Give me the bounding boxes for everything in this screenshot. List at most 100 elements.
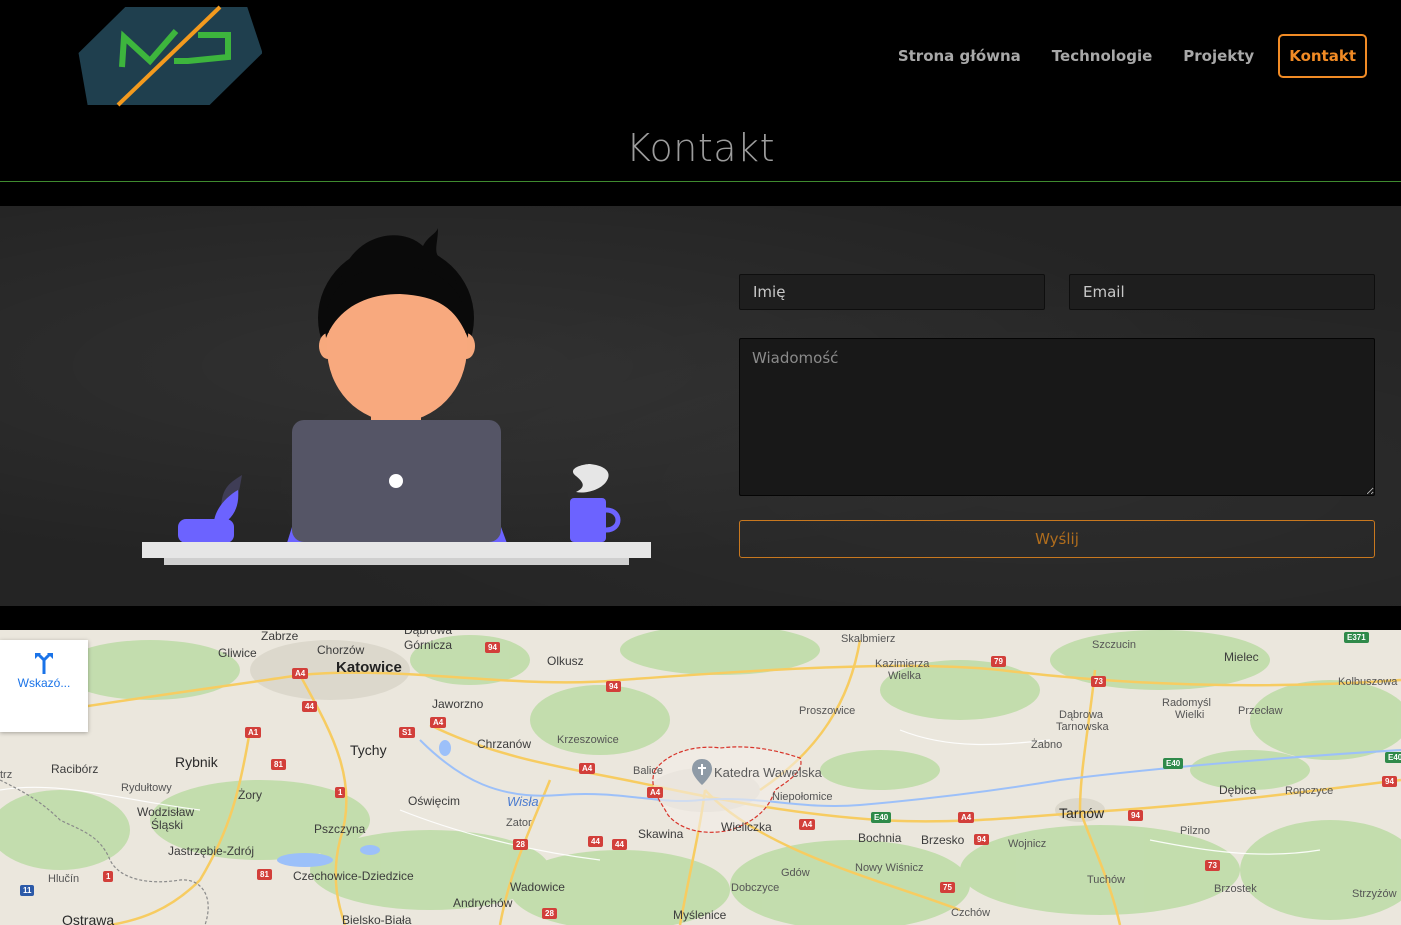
road-shield: A4 bbox=[799, 819, 816, 830]
map-place-label: Radomyśl bbox=[1162, 697, 1211, 709]
map-place-label: Wojnicz bbox=[1008, 838, 1047, 850]
road-shield: E40 bbox=[871, 812, 892, 823]
road-shield: A1 bbox=[245, 727, 262, 738]
map-place-label: Bochnia bbox=[858, 831, 902, 845]
road-shield: 79 bbox=[991, 656, 1006, 667]
road-shield: 1 bbox=[103, 871, 114, 882]
map-place-label: Skalbmierz bbox=[841, 633, 896, 645]
road-shield: S1 bbox=[399, 727, 415, 738]
map-place-label: Żory bbox=[238, 788, 262, 802]
nav-contact[interactable]: Kontakt bbox=[1278, 34, 1367, 78]
map-place-label: Przecław bbox=[1238, 705, 1283, 717]
page-title: Kontakt bbox=[626, 126, 775, 170]
contact-section: Wyślij bbox=[0, 206, 1401, 606]
map-place-label: Balice bbox=[633, 765, 663, 777]
road-shield: A4 bbox=[958, 812, 975, 823]
map-place-label: Brzesko bbox=[921, 833, 965, 847]
poi-label[interactable]: Katedra Wawelska bbox=[714, 765, 822, 780]
road-shield: 73 bbox=[1205, 860, 1220, 871]
directions-label: Wskazó... bbox=[17, 676, 71, 690]
message-textarea[interactable] bbox=[739, 338, 1375, 496]
nav-technologies[interactable]: Technologie bbox=[1052, 46, 1152, 66]
road-shield: A4 bbox=[292, 668, 309, 679]
road-shield: 44 bbox=[612, 839, 627, 850]
map-place-label: Wadowice bbox=[510, 880, 565, 894]
map-place-label: Ostrawa bbox=[62, 912, 115, 925]
directions-button[interactable]: Wskazó... bbox=[0, 640, 88, 732]
road-shield: 28 bbox=[542, 908, 557, 919]
map-place-label: Ropczyce bbox=[1285, 785, 1334, 797]
map-place-label: Dąbrowa bbox=[404, 630, 453, 637]
map-place-label: Górnicza bbox=[404, 638, 453, 652]
road-shield: 11 bbox=[20, 885, 35, 896]
map-place-label: Szczucin bbox=[1092, 639, 1137, 651]
road-shield: 94 bbox=[974, 834, 989, 845]
road-shield: A4 bbox=[647, 787, 664, 798]
map-place-label: Wieliczka bbox=[721, 820, 772, 834]
map-place-label: Pszczyna bbox=[314, 822, 366, 836]
road-shield: 44 bbox=[588, 836, 603, 847]
road-shield: 28 bbox=[513, 839, 528, 850]
road-shield: A4 bbox=[430, 717, 447, 728]
road-shield: E40 bbox=[1163, 758, 1184, 769]
road-shield: E371 bbox=[1344, 632, 1369, 643]
map-place-label: Kazimierza bbox=[875, 658, 930, 670]
map-place-label: Proszowice bbox=[799, 705, 856, 717]
nav-projects[interactable]: Projekty bbox=[1183, 46, 1254, 66]
road-shield: 75 bbox=[940, 882, 955, 893]
name-input[interactable] bbox=[739, 274, 1045, 310]
map-place-label: Jaworzno bbox=[432, 697, 484, 711]
road-shield: 81 bbox=[257, 869, 272, 880]
map-place-label: Oświęcim bbox=[408, 794, 461, 808]
nav-home[interactable]: Strona główna bbox=[898, 46, 1021, 66]
road-shield: 94 bbox=[1128, 810, 1143, 821]
map-place-label: Rydułtowy bbox=[121, 782, 172, 794]
main-nav: Strona główna Technologie Projekty Konta… bbox=[867, 34, 1367, 78]
map-place-label: Wodzisław bbox=[137, 805, 195, 819]
map-place-label: Zabrze bbox=[261, 630, 299, 643]
road-shield: 73 bbox=[1091, 676, 1106, 687]
map-place-label: Wielki bbox=[1175, 709, 1205, 721]
map-place-label: Żabno bbox=[1031, 739, 1063, 751]
map-place-label: Brzostek bbox=[1214, 883, 1257, 895]
map-place-label: Rybnik bbox=[175, 754, 218, 770]
map-place-label: Kolbuszowa bbox=[1338, 676, 1398, 688]
road-shield: 94 bbox=[1382, 776, 1397, 787]
road-shield: 1 bbox=[335, 787, 346, 798]
map-pin-icon[interactable] bbox=[691, 758, 713, 786]
map-place-label: Jastrzębie-Zdrój bbox=[168, 844, 255, 858]
map-place-label: Mielec bbox=[1224, 650, 1259, 664]
map-place-label: Tarnów bbox=[1059, 805, 1105, 821]
map-place-label: Hlučín bbox=[48, 873, 80, 885]
map-place-label: Katowice bbox=[336, 659, 402, 676]
send-button[interactable]: Wyślij bbox=[739, 520, 1375, 558]
mg-logo[interactable] bbox=[78, 5, 262, 107]
title-divider bbox=[0, 181, 1401, 182]
map-place-label: trz bbox=[0, 769, 13, 781]
map-place-label: Skawina bbox=[638, 827, 684, 841]
map-place-label: Racibórz bbox=[51, 762, 99, 776]
road-shield: 81 bbox=[271, 759, 286, 770]
map-place-label: Zator bbox=[506, 817, 532, 829]
map-place-label: Pilzno bbox=[1180, 825, 1210, 837]
map-place-label: Dębica bbox=[1219, 783, 1257, 797]
map-place-label: Gliwice bbox=[218, 646, 257, 660]
road-shield: E40 bbox=[1385, 752, 1401, 763]
email-input[interactable] bbox=[1069, 274, 1375, 310]
map-place-label: Wielka bbox=[888, 670, 922, 682]
road-shield: 94 bbox=[606, 681, 621, 692]
map-place-label: Dąbrowa bbox=[1059, 709, 1104, 721]
person-at-laptop-illustration bbox=[142, 228, 651, 565]
map-place-label: Nowy Wiśnicz bbox=[855, 862, 924, 874]
directions-icon bbox=[35, 652, 53, 674]
map-place-label: Czchów bbox=[951, 907, 991, 919]
map-place-label: Chrzanów bbox=[477, 737, 532, 751]
map-place-label: Gdów bbox=[781, 867, 810, 879]
map-place-label: Olkusz bbox=[547, 654, 584, 668]
site-header: Strona główna Technologie Projekty Konta… bbox=[0, 0, 1401, 120]
road-shield: A4 bbox=[579, 763, 596, 774]
google-map[interactable]: Zabrze Dąbrowa Górnicza Gliwice Chorzów Katow… bbox=[0, 630, 1401, 925]
map-place-label: Tarnowska bbox=[1056, 721, 1109, 733]
road-shield: 94 bbox=[485, 642, 500, 653]
map-place-label: Czechowice-Dziedzice bbox=[293, 869, 414, 883]
